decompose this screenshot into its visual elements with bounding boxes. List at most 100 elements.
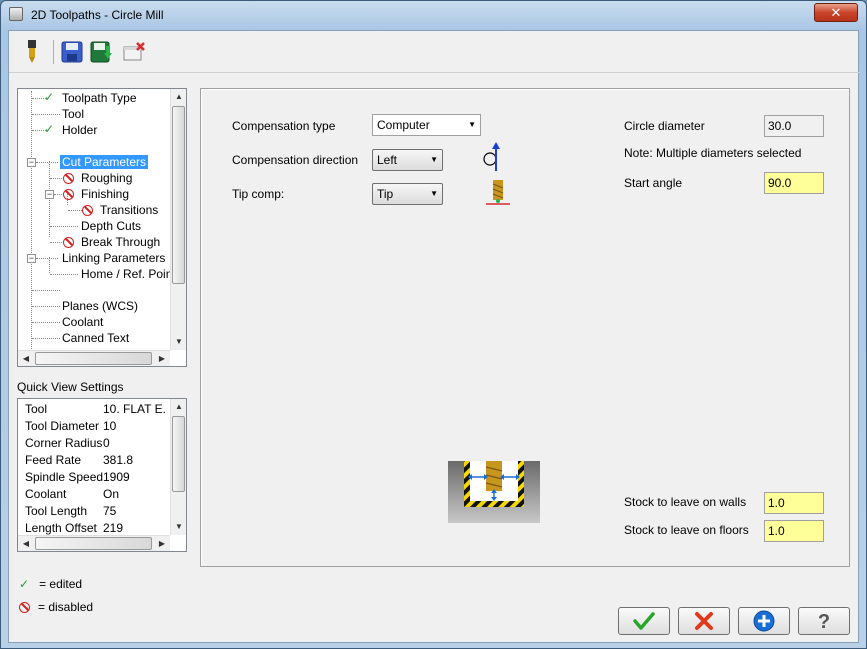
app-icon [9,7,23,21]
tree-connector [50,274,78,275]
window-title: 2D Toolpaths - Circle Mill [31,8,164,22]
tree-item-canned-text[interactable]: Canned Text [62,330,129,346]
legend-edited: ✓ = edited [19,577,82,591]
tree-vertical-scrollbar[interactable]: ▲ ▼ [170,89,186,350]
qv-value: 10. FLAT E... [103,402,165,416]
checkmark-icon [633,612,655,630]
scroll-right-arrow-icon[interactable]: ▶ [154,536,170,551]
quick-view-list[interactable]: Tool 10. FLAT E... Tool Diameter10 Corner… [17,398,187,552]
start-angle-field[interactable]: 90.0 [764,172,824,194]
legend-edited-label: = edited [39,577,83,591]
tree-connector [32,338,60,339]
stock-walls-field[interactable]: 1.0 [764,492,824,514]
delete-icon[interactable] [121,39,147,65]
scroll-thumb[interactable] [172,416,185,492]
tip-comp-icon [486,180,510,205]
scroll-up-arrow-icon[interactable]: ▲ [171,399,186,415]
tree-item-finishing[interactable]: Finishing [81,186,129,202]
save-icon[interactable] [59,39,85,65]
tree-item-planes[interactable]: Planes (WCS) [62,298,138,314]
close-button[interactable]: ✕ [814,3,858,22]
apply-button[interactable] [738,607,790,635]
qv-value: 10 [103,419,117,433]
tree-item-label: Linking Parameters [62,251,166,265]
tree-item-linking-parameters[interactable]: Linking Parameters [62,250,165,266]
disabled-icon [63,173,74,184]
start-angle-label: Start angle [624,176,683,190]
compensation-direction-value: Left [377,153,398,167]
parameter-tree[interactable]: − − − ✓ Toolpath Type Tool ✓ Holder Cut … [17,88,187,367]
compensation-direction-icon [483,142,500,171]
list-item: Corner Radius0 [25,435,165,452]
scroll-down-arrow-icon[interactable]: ▼ [171,519,186,535]
compensation-type-select[interactable]: Computer ▼ [372,114,481,136]
edited-check-icon: ✓ [44,122,55,136]
compensation-direction-select[interactable]: Left ▼ [372,149,443,171]
scroll-left-arrow-icon[interactable]: ◀ [18,536,34,551]
tree-item-transitions[interactable]: Transitions [100,202,158,218]
qv-key: Tool Length [25,504,88,518]
collapse-icon[interactable]: − [27,158,36,167]
tree-item-home-ref-points[interactable]: Home / Ref. Points [81,266,182,282]
list-item: Spindle Speed1909 [25,469,165,486]
compensation-direction-label: Compensation direction [232,153,359,167]
tree-item-break-through[interactable]: Break Through [81,234,160,250]
tree-item-label: Break Through [81,235,161,249]
disabled-icon [63,237,74,248]
tip-comp-value: Tip [377,187,394,201]
scroll-up-arrow-icon[interactable]: ▲ [171,89,186,105]
tree-item-depth-cuts[interactable]: Depth Cuts [81,218,141,234]
tree-item-label: Home / Ref. Points [81,267,182,281]
x-icon [695,612,713,630]
tree-horizontal-scrollbar[interactable]: ◀ ▶ [18,350,170,366]
dialog-window: 2D Toolpaths - Circle Mill ✕ − − − ✓ Too… [0,0,867,649]
quick-view-horizontal-scrollbar[interactable]: ◀ ▶ [18,535,170,551]
tree-connector [49,257,50,273]
qv-value: 0 [103,436,110,450]
list-item: Coolant On [25,486,165,503]
stock-floors-field[interactable]: 1.0 [764,520,824,542]
list-item: Tool 10. FLAT E... [25,401,165,418]
scroll-thumb[interactable] [35,352,152,365]
tree-item-label: Canned Text [62,331,130,345]
ok-button[interactable] [618,607,670,635]
quick-view-vertical-scrollbar[interactable]: ▲ ▼ [170,399,186,535]
tree-item-coolant[interactable]: Coolant [62,314,103,330]
help-button[interactable]: ? [798,607,850,635]
circle-diameter-field[interactable]: 30.0 [764,115,824,137]
collapse-icon[interactable]: − [45,190,54,199]
tree-item-label: Cut Parameters [60,155,149,169]
tree-item-holder[interactable]: Holder [62,122,97,138]
scroll-right-arrow-icon[interactable]: ▶ [154,351,170,366]
collapse-icon[interactable]: − [27,254,36,263]
scroll-left-arrow-icon[interactable]: ◀ [18,351,34,366]
tip-comp-select[interactable]: Tip ▼ [372,183,443,205]
tree-connector [50,226,78,227]
circle-diameter-label: Circle diameter [624,119,705,133]
cancel-button[interactable] [678,607,730,635]
scroll-down-arrow-icon[interactable]: ▼ [171,334,186,350]
toolbar-separator [53,40,54,64]
chevron-down-icon: ▼ [430,189,438,198]
tree-item-cut-parameters[interactable]: Cut Parameters [60,154,149,170]
tree-item-toolpath-type[interactable]: Toolpath Type [62,90,137,106]
tool-icon[interactable] [19,39,45,65]
cut-parameters-panel: Compensation type Computer ▼ Compensatio… [200,88,850,567]
tree-item-label: Tool [62,107,85,121]
title-bar[interactable]: 2D Toolpaths - Circle Mill ✕ [1,1,866,29]
compensation-type-label: Compensation type [232,119,336,133]
tree-connector [50,178,64,179]
disabled-icon [19,602,30,613]
scroll-thumb[interactable] [35,537,152,550]
tree-connector [68,210,82,211]
scroll-thumb[interactable] [172,106,185,284]
tree-item-tool[interactable]: Tool [62,106,84,122]
question-icon: ? [818,611,830,632]
tree-item-roughing[interactable]: Roughing [81,170,132,186]
toolbar [9,31,860,73]
qv-key: Spindle Speed [25,470,103,484]
chevron-down-icon: ▼ [430,155,438,164]
save-as-icon[interactable] [89,39,115,65]
tree-connector [32,290,60,291]
disabled-icon [82,205,93,216]
